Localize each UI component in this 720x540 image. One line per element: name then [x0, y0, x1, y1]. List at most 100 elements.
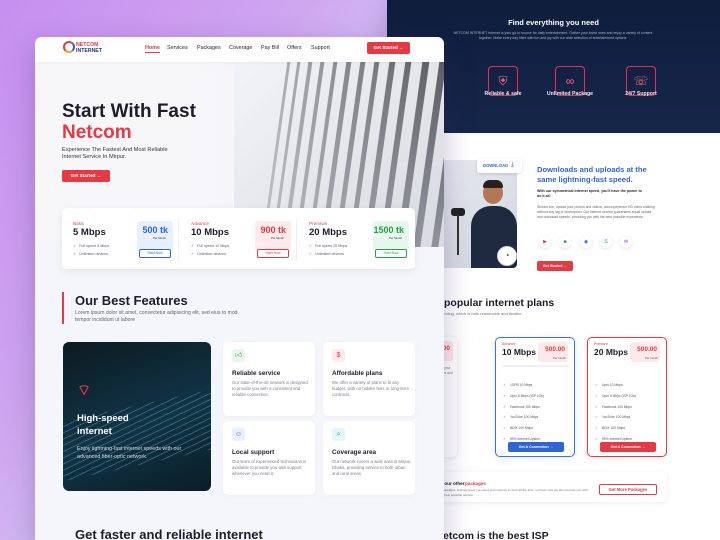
meet-icon[interactable]: ■	[559, 236, 571, 248]
hero-title-line1: Start With Fast	[62, 101, 196, 122]
feature-card-coverage: ⌕ Coverage area Our network covers a wid…	[323, 421, 415, 495]
package-level: Advance	[191, 221, 209, 226]
nav-item-support[interactable]: Support	[311, 45, 330, 51]
skype-icon[interactable]: S	[600, 236, 612, 248]
highlight-title: High-speed internet	[77, 413, 129, 437]
package-feature: Full speed 10 Mbps	[191, 244, 229, 248]
mic-stand	[457, 215, 459, 255]
package-price-period: Per Month	[153, 236, 166, 240]
start-now-button[interactable]: Start Now	[139, 249, 171, 258]
package-price: 900 tk	[260, 225, 286, 235]
hero-get-started-button[interactable]: Get Started →	[62, 170, 110, 182]
nav-item-packages[interactable]: Packages	[197, 45, 221, 51]
package-speed: 10 Mbps	[191, 227, 230, 238]
plan-price-period: Per month	[553, 356, 566, 360]
plan-feature-list: 1GPB 10 Mbps Upto 5 Mbps (ISP 1Gb) Faceb…	[503, 383, 544, 448]
feature-card-title: Affordable plans	[332, 370, 383, 377]
feature-card-affordable: $ Affordable plans We offer a variety of…	[323, 342, 415, 416]
feature-card-title: Local support	[232, 449, 275, 456]
messenger-icon[interactable]: ✉	[620, 236, 632, 248]
plans-title: popular internet plans	[444, 297, 555, 309]
dollar-icon: $	[332, 349, 345, 362]
plan-card-premium: Premium 20 Mbps 500.00 Per month Upto 10…	[587, 337, 667, 457]
feature-card-title: Reliable service	[232, 370, 281, 377]
package-card-advance: Advance10 Mbps Full speed 10 Mbps Unlimite…	[180, 211, 297, 268]
nav-get-started-button[interactable]: Get Started →	[367, 42, 410, 54]
wifi-icon: ⌔	[77, 382, 92, 399]
plan-feature: Facebook 100 Mbps	[503, 405, 544, 416]
person-hair	[483, 180, 503, 188]
package-card-basic: Basic5 Mbps Full speed 5 Mbps Unlimited de…	[62, 211, 179, 268]
nav-item-pay-bill[interactable]: Pay Bill	[261, 45, 279, 51]
thumbs-up-icon: 👍︎	[232, 349, 245, 362]
download-label: DOWNLOAD	[483, 163, 509, 168]
speedometer-icon: ◔	[497, 246, 517, 266]
features-accent-bar	[62, 292, 64, 324]
front-page-preview: NETCOM INTERNET Home Services Packages C…	[35, 37, 444, 540]
plan-card-advance: Advance 10 Mbps 500.00 Per month 1GPB 10…	[495, 337, 575, 457]
bottom-title: etcom is the best ISP	[443, 530, 549, 540]
download-subtitle: With our symmetrical internet speed, you…	[537, 189, 642, 198]
package-level: Premium	[309, 221, 328, 226]
package-feature: Unlimited devices	[191, 252, 226, 256]
package-feature: Unlimited devices	[309, 252, 344, 256]
start-now-button[interactable]: Start Now	[375, 249, 407, 258]
find-description: NETCOM INTERNET Internet is your go-to s…	[453, 31, 653, 40]
youtube-icon[interactable]: ▶	[539, 236, 551, 248]
package-price-box: 900 tk Per Month Start Now	[255, 221, 291, 258]
package-feature: Full speed 5 Mbps	[73, 244, 109, 248]
plan-feature: Facebook 100 Mbps	[595, 405, 636, 416]
feature-label: 24/7 Support	[625, 91, 657, 97]
plan-speed: 10 Mbps	[502, 347, 537, 357]
package-price-period: Per Month	[389, 236, 402, 240]
plan-speed: 20 Mbps	[594, 347, 629, 357]
feature-card-title: Coverage area	[332, 449, 377, 456]
get-more-packages-button[interactable]: Get More Packages	[599, 484, 657, 495]
plan-feature: YouTube 100 Mbps	[503, 415, 544, 426]
logo-icon[interactable]	[63, 41, 75, 53]
find-title: Find everything you need	[508, 18, 599, 27]
feature-card-support: ☺ Local support Our team of experienced …	[223, 421, 315, 495]
nav-item-offers[interactable]: Offers	[287, 45, 302, 51]
package-price-box: 1500 tk Per Month Start Now	[373, 221, 409, 258]
nav-item-home[interactable]: Home	[145, 45, 160, 53]
features-description: Lorem ipsum dolor sit amet, consectetur …	[75, 310, 238, 323]
hero-description: Experience The Fastest And Most Reliable…	[62, 147, 168, 160]
features-title: Our Best Features	[75, 293, 188, 308]
get-connection-button[interactable]: Get A Connection →	[600, 442, 656, 452]
bottom-section-title: Get faster and reliable internet	[75, 527, 263, 540]
package-price: 500 tk	[142, 225, 168, 235]
plan-feature: YouTube 100 Mbps	[595, 415, 636, 426]
download-badge[interactable]: DOWNLOAD ⤓	[477, 159, 522, 173]
start-now-button[interactable]: Start Now	[257, 249, 289, 258]
download-get-started-button[interactable]: Get Started →	[537, 261, 573, 271]
package-price-box: 500 tk Per Month Start Now	[137, 221, 173, 258]
feature-label: Unlimited Package	[546, 91, 594, 97]
download-icon: ⤓	[511, 161, 515, 168]
package-speed: 5 Mbps	[73, 227, 106, 238]
nav-item-coverage[interactable]: Coverage	[229, 45, 252, 51]
navbar: NETCOM INTERNET Home Services Packages C…	[35, 37, 444, 62]
hero-title-line2: Netcom	[62, 122, 132, 143]
package-divider	[178, 219, 179, 261]
nav-item-services[interactable]: Services	[167, 45, 188, 51]
other-packages-link[interactable]: packages	[465, 481, 486, 486]
zoom-icon[interactable]: ◉	[580, 236, 592, 248]
get-connection-button[interactable]: Get A Connection →	[508, 442, 564, 452]
feature-card-description: We offer a variety of plans to fit any b…	[332, 380, 409, 398]
support-icon: ☺	[232, 428, 245, 441]
plan-feature: BDIX 100 Mbps	[595, 426, 636, 437]
logo-bottom[interactable]: INTERNET	[76, 48, 102, 54]
plan-name: Advance	[502, 342, 516, 346]
plan-feature: 1GPB 10 Mbps	[503, 383, 544, 394]
download-description: Stream live, upload your photos and vide…	[537, 205, 655, 219]
plan-feature: Upto 5 Mbps (ISP 1Gb)	[595, 394, 636, 405]
plan-feature: Upto 5 Mbps (ISP 1Gb)	[503, 394, 544, 405]
plan-name: Premium	[594, 342, 609, 346]
package-feature: Full speed 20 Mbps	[309, 244, 347, 248]
highlight-card: ⌔ High-speed internet Enjoy lightning-fa…	[63, 342, 211, 491]
package-price-period: Per Month	[271, 236, 284, 240]
plan-feature-list: Upto 10 Mbps Upto 5 Mbps (ISP 1Gb) Faceb…	[595, 383, 636, 448]
plan-price-period: Per month	[645, 356, 658, 360]
package-speed: 20 Mbps	[309, 227, 348, 238]
